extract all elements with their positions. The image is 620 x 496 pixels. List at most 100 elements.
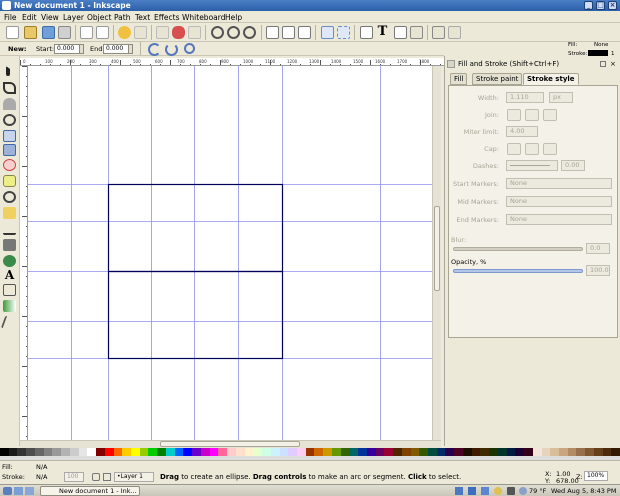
palette-swatch[interactable] (192, 448, 201, 456)
palette-swatch[interactable] (593, 448, 603, 456)
closed-arc-icon[interactable] (148, 43, 161, 56)
width-unit-select[interactable]: px (549, 92, 573, 103)
export-icon[interactable] (96, 26, 109, 39)
palette-swatch[interactable] (419, 448, 428, 456)
color-palette[interactable] (0, 448, 620, 460)
show-desktop-icon[interactable] (14, 487, 23, 495)
tab-fill[interactable]: Fill (450, 73, 468, 85)
3d-box-tool-icon[interactable] (3, 144, 16, 156)
palette-swatch[interactable] (296, 448, 306, 456)
palette-swatch[interactable] (26, 448, 35, 456)
palette-swatch[interactable] (314, 448, 324, 456)
minimize-icon[interactable]: _ (584, 1, 593, 10)
palette-swatch[interactable] (305, 448, 315, 456)
palette-swatch[interactable] (349, 448, 359, 456)
palette-swatch[interactable] (393, 448, 402, 456)
copy-icon[interactable] (156, 26, 169, 39)
tray-app-icon[interactable] (481, 487, 489, 495)
start-spin-arrows[interactable] (79, 44, 84, 54)
tray-update-icon[interactable] (468, 487, 476, 495)
round-cap-icon[interactable] (525, 143, 539, 155)
palette-swatch[interactable] (43, 448, 53, 456)
palette-swatch[interactable] (279, 448, 289, 456)
menu-effects[interactable]: Effects (154, 13, 180, 22)
palette-swatch[interactable] (227, 448, 236, 456)
palette-swatch[interactable] (602, 448, 612, 456)
palette-swatch[interactable] (358, 448, 367, 456)
menu-text[interactable]: Text (135, 13, 150, 22)
palette-swatch[interactable] (532, 448, 542, 456)
round-join-icon[interactable] (525, 109, 539, 121)
palette-swatch[interactable] (87, 448, 97, 456)
palette-swatch[interactable] (34, 448, 44, 456)
palette-swatch[interactable] (235, 448, 245, 456)
zoom-selection-icon[interactable] (211, 26, 224, 39)
menu-path[interactable]: Path (114, 13, 130, 22)
palette-swatch[interactable] (122, 448, 132, 456)
volume-icon[interactable] (507, 487, 515, 495)
palette-swatch[interactable] (209, 448, 219, 456)
palette-swatch[interactable] (506, 448, 516, 456)
align-distribute-icon[interactable] (410, 26, 423, 39)
horizontal-scrollbar[interactable] (20, 440, 441, 448)
palette-swatch[interactable] (489, 448, 498, 456)
open-arc-icon[interactable] (165, 43, 178, 56)
menu-object[interactable]: Object (87, 13, 111, 22)
palette-swatch[interactable] (585, 448, 594, 456)
menu-edit[interactable]: Edit (22, 13, 37, 22)
group-icon[interactable] (321, 26, 334, 39)
zoom-drawing-icon[interactable] (227, 26, 240, 39)
gradient-tool-icon[interactable] (3, 300, 16, 312)
start-markers-select[interactable]: None (506, 178, 612, 189)
palette-swatch[interactable] (17, 448, 27, 456)
palette-swatch[interactable] (131, 448, 140, 456)
print-icon[interactable] (58, 26, 71, 39)
ellipse-tool-icon[interactable] (3, 159, 16, 171)
palette-swatch[interactable] (515, 448, 525, 456)
width-input[interactable]: 1.110 (506, 92, 544, 103)
blur-input[interactable]: 0.0 (586, 243, 610, 254)
palette-swatch[interactable] (541, 448, 551, 456)
palette-swatch[interactable] (445, 448, 455, 456)
palette-swatch[interactable] (262, 448, 271, 456)
text-tool-icon[interactable]: A (3, 269, 16, 281)
pencil-tool-icon[interactable] (3, 207, 16, 219)
palette-swatch[interactable] (375, 448, 385, 456)
fill-stroke-icon[interactable] (360, 26, 373, 39)
palette-swatch[interactable] (576, 448, 586, 456)
ungroup-icon[interactable] (337, 26, 350, 39)
palette-swatch[interactable] (524, 448, 533, 456)
dock-close-icon[interactable]: × (610, 60, 616, 68)
paint-bucket-tool-icon[interactable] (3, 255, 16, 267)
palette-swatch[interactable] (96, 448, 105, 456)
dock-handle-icon[interactable] (447, 60, 455, 68)
palette-swatch[interactable] (174, 448, 184, 456)
calligraphy-tool-icon[interactable] (3, 239, 16, 251)
palette-swatch[interactable] (410, 448, 420, 456)
layer-select[interactable]: •Layer 1 (114, 472, 154, 482)
square-cap-icon[interactable] (543, 143, 557, 155)
spiral-tool-icon[interactable] (3, 191, 16, 203)
drawing-canvas[interactable] (28, 66, 432, 440)
start-menu-icon[interactable] (3, 487, 12, 495)
maximize-icon[interactable]: □ (596, 1, 605, 10)
palette-swatch[interactable] (427, 448, 437, 456)
rectangle-tool-icon[interactable] (3, 130, 16, 142)
paste-icon[interactable] (188, 26, 201, 39)
palette-swatch[interactable] (61, 448, 70, 456)
mid-markers-select[interactable]: None (506, 196, 612, 207)
workspace-switcher-icon[interactable] (25, 487, 34, 495)
layer-lock-icon[interactable] (103, 473, 111, 481)
taskbar-window-button[interactable]: New document 1 - Ink... (40, 486, 140, 496)
palette-swatch[interactable] (611, 448, 620, 456)
palette-swatch[interactable] (462, 448, 472, 456)
open-folder-icon[interactable] (24, 26, 37, 39)
palette-swatch[interactable] (253, 448, 263, 456)
palette-swatch[interactable] (436, 448, 446, 456)
tray-network-icon[interactable] (455, 487, 463, 495)
menu-view[interactable]: View (41, 13, 59, 22)
menu-layer[interactable]: Layer (63, 13, 84, 22)
dashes-select[interactable] (506, 160, 558, 171)
palette-swatch[interactable] (559, 448, 568, 456)
close-icon[interactable]: × (608, 1, 617, 10)
